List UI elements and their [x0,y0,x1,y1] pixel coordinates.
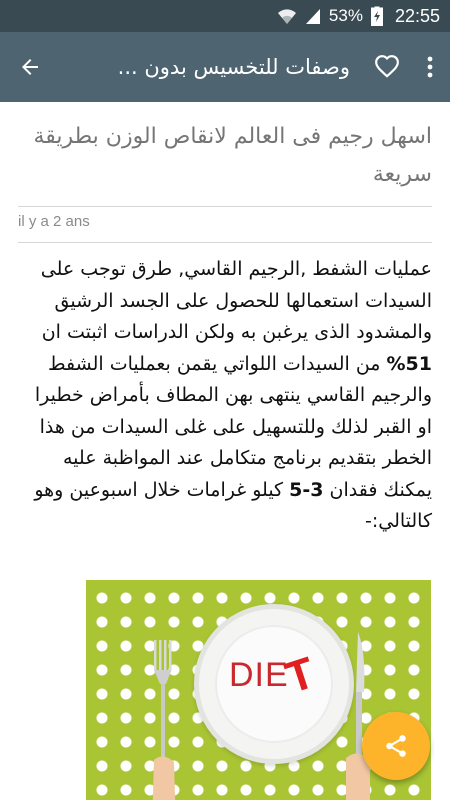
body-text: عمليات الشفط ,الرجيم القاسي, طرق توجب عل… [40,258,432,343]
plate: DIE T [194,604,354,764]
body-bold-kg: 3-5 [289,478,324,501]
app-title: وصفات للتخسيس بدون ... [117,55,350,79]
divider [18,206,432,207]
divider [18,242,432,243]
status-bar: 53% 22:55 [0,0,450,32]
more-options-button[interactable] [410,32,450,102]
share-icon [386,735,406,757]
more-vert-icon [427,56,433,78]
back-button[interactable] [0,32,60,102]
back-arrow-icon [22,59,38,75]
favorite-button[interactable] [364,32,410,102]
heart-icon [375,55,399,78]
share-button[interactable] [362,712,430,780]
app-bar: وصفات للتخسيس بدون ... [0,32,450,102]
wifi-icon [277,7,297,25]
battery-percent: 53% [328,6,363,25]
article-content[interactable]: اسهل رجيم فى العالم لانقاص الوزن بطريقة … [0,102,450,800]
fork-icon [152,640,176,800]
plate-text: DIE [229,656,289,694]
clock: 22:55 [394,5,440,26]
knife-icon [346,632,370,800]
article-body: عمليات الشفط ,الرجيم القاسي, طرق توجب عل… [18,254,432,538]
article-timestamp: il y a 2 ans [18,213,90,230]
article-title: اسهل رجيم فى العالم لانقاص الوزن بطريقة … [33,124,432,187]
body-bold-percent: 51% [386,352,433,375]
battery-charging-icon [370,6,383,26]
signal-icon [305,7,321,25]
